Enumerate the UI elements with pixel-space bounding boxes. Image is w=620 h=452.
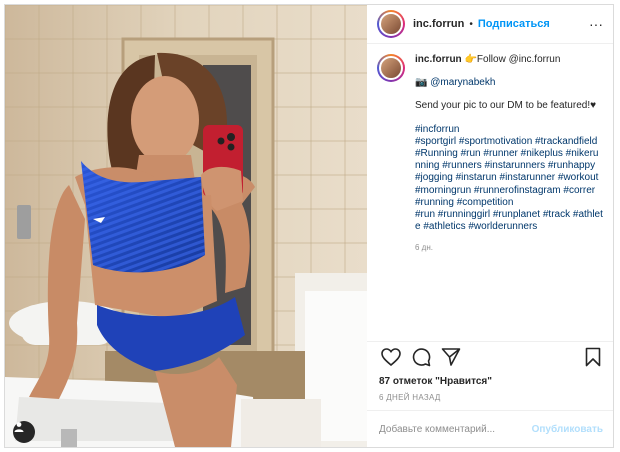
caption-dm-text: Send your pic to our DM to be featured!♥	[415, 100, 597, 112]
caption-area: inc.forrun 👉Follow @inc.forrun 📷 @maryna…	[367, 44, 613, 341]
author-username[interactable]: inc.forrun	[413, 18, 464, 30]
caption-avatar[interactable]	[377, 54, 405, 82]
share-icon	[441, 348, 461, 366]
share-button[interactable]	[439, 345, 463, 369]
heart-icon	[381, 348, 401, 366]
post-date: 6 ДНЕЙ НАЗАД	[379, 393, 441, 402]
comment-box: Опубликовать	[367, 410, 613, 447]
caption-username[interactable]: inc.forrun	[415, 54, 462, 65]
instagram-post: inc.forrun • Подписаться ··· inc.forrun …	[4, 4, 614, 448]
header-separator: •	[469, 18, 473, 30]
post-side-panel: inc.forrun • Подписаться ··· inc.forrun …	[367, 5, 613, 447]
user-tags-button[interactable]	[13, 421, 35, 443]
camera-emoji: 📷	[415, 77, 428, 89]
follow-button[interactable]: Подписаться	[478, 18, 550, 30]
hashtag-line[interactable]: #incforrun	[415, 124, 603, 136]
likes-count-text: 87 отметок	[379, 376, 433, 387]
likes-count[interactable]: 87 отметок "Нравится"	[367, 372, 613, 387]
comment-icon	[412, 348, 431, 367]
like-button[interactable]	[379, 345, 403, 369]
pointing-emoji: 👉	[464, 54, 477, 65]
caption-text: inc.forrun 👉Follow @inc.forrun 📷 @maryna…	[415, 54, 603, 255]
post-header: inc.forrun • Подписаться ···	[367, 5, 613, 44]
publish-button[interactable]: Опубликовать	[532, 424, 603, 435]
comment-input[interactable]	[379, 423, 532, 435]
caption-time: 6 дн.	[415, 243, 433, 253]
hashtag-line[interactable]: #run #runninggirl #runplanet #track #ath…	[415, 209, 603, 233]
photo-illustration	[5, 5, 367, 447]
save-button[interactable]	[581, 345, 605, 369]
likes-quote-text: "Нравится"	[435, 376, 492, 387]
caption-row: inc.forrun 👉Follow @inc.forrun 📷 @maryna…	[377, 54, 603, 255]
author-avatar[interactable]	[377, 10, 405, 38]
more-options-icon[interactable]: ···	[589, 17, 603, 31]
credit-mention[interactable]: @marynabekh	[430, 77, 495, 88]
comment-button[interactable]	[409, 345, 433, 369]
hashtag-line[interactable]: #running #competition	[415, 197, 603, 209]
bookmark-icon	[585, 347, 601, 367]
caption-follow-text: Follow @inc.forrun	[476, 54, 561, 65]
post-photo[interactable]	[5, 5, 367, 447]
person-icon	[14, 422, 24, 432]
action-bar	[367, 341, 613, 372]
hashtag-line[interactable]: #sportgirl #sportmotivation #trackandfie…	[415, 136, 603, 197]
